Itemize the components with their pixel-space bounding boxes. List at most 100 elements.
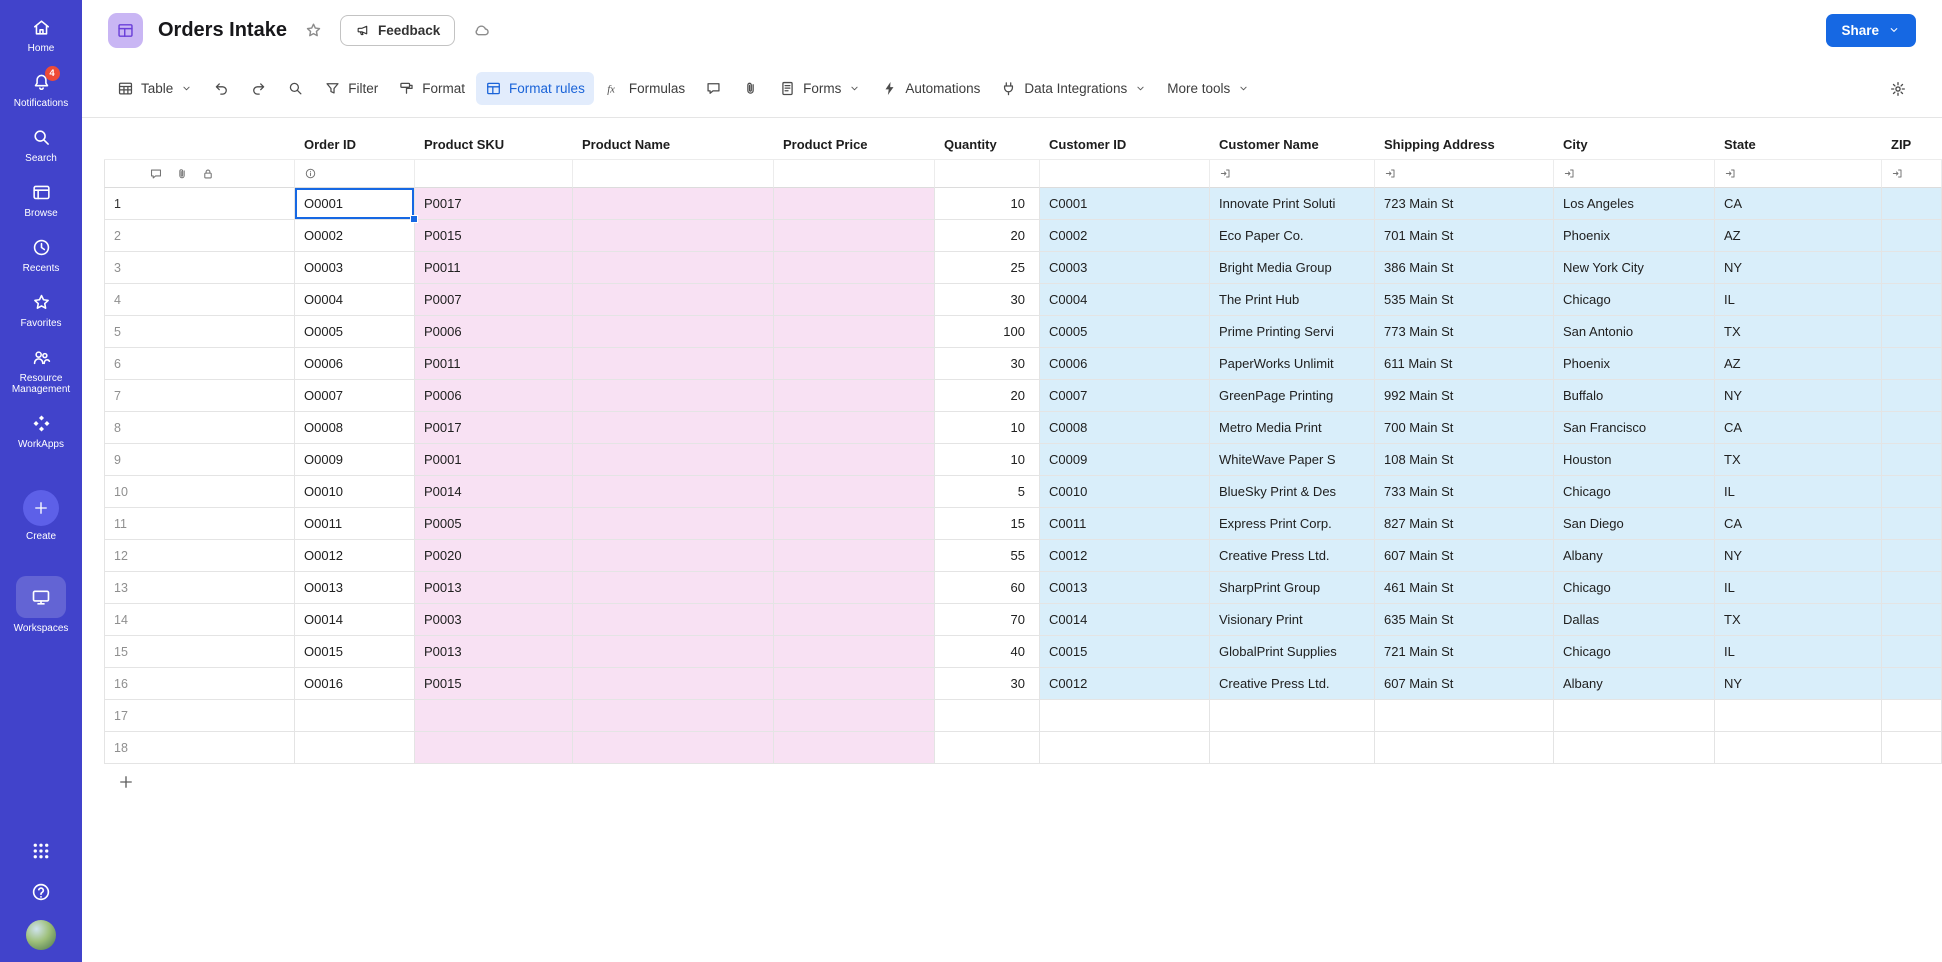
cell-city[interactable]: San Diego <box>1554 508 1715 540</box>
cell-product-name[interactable] <box>573 508 774 540</box>
cell-qty[interactable]: 55 <box>935 540 1040 572</box>
cell-address[interactable]: 773 Main St <box>1375 316 1554 348</box>
cell-sku[interactable]: P0015 <box>415 220 573 252</box>
cell-qty[interactable]: 70 <box>935 604 1040 636</box>
cell-city[interactable]: Dallas <box>1554 604 1715 636</box>
cell-zip[interactable] <box>1882 732 1942 764</box>
cell-zip[interactable] <box>1882 668 1942 700</box>
attachments-button[interactable] <box>733 72 768 105</box>
cell-qty[interactable]: 10 <box>935 188 1040 220</box>
cell-sku[interactable]: P0017 <box>415 188 573 220</box>
sidebar-item-workspaces[interactable]: Workspaces <box>1 567 81 643</box>
column-header-product-name[interactable]: Product Name <box>573 130 774 160</box>
cell-customer-id[interactable]: C0001 <box>1040 188 1210 220</box>
row-number[interactable]: 17 <box>104 700 295 732</box>
cell-order-id[interactable]: O0011 <box>295 508 415 540</box>
cell-order-id[interactable] <box>295 700 415 732</box>
cell-zip[interactable] <box>1882 444 1942 476</box>
cell-sku[interactable]: P0011 <box>415 252 573 284</box>
sidebar-item-notifications[interactable]: 4 Notifications <box>1 63 81 118</box>
cell-customer-name[interactable]: Creative Press Ltd. <box>1210 540 1375 572</box>
cell-sku[interactable]: P0005 <box>415 508 573 540</box>
cell-price[interactable] <box>774 348 935 380</box>
cell-order-id[interactable]: O0005 <box>295 316 415 348</box>
cell-sku[interactable]: P0020 <box>415 540 573 572</box>
cell-price[interactable] <box>774 412 935 444</box>
cell-product-name[interactable] <box>573 348 774 380</box>
cell-customer-id[interactable]: C0009 <box>1040 444 1210 476</box>
row-number[interactable]: 10 <box>104 476 295 508</box>
column-header-order-id[interactable]: Order ID <box>295 130 415 160</box>
cell-city[interactable]: Chicago <box>1554 636 1715 668</box>
cell-customer-id[interactable]: C0003 <box>1040 252 1210 284</box>
cell-zip[interactable] <box>1882 348 1942 380</box>
cell-city[interactable]: New York City <box>1554 252 1715 284</box>
column-header-customer-name[interactable]: Customer Name <box>1210 130 1375 160</box>
cell-customer-id[interactable]: C0002 <box>1040 220 1210 252</box>
cell-city[interactable] <box>1554 732 1715 764</box>
column-header-zip[interactable]: ZIP <box>1882 130 1942 160</box>
cell-customer-name[interactable]: Metro Media Print <box>1210 412 1375 444</box>
cell-qty[interactable]: 100 <box>935 316 1040 348</box>
cell-price[interactable] <box>774 508 935 540</box>
cell-state[interactable]: IL <box>1715 284 1882 316</box>
cell-link-icon[interactable] <box>1219 167 1232 180</box>
cell-address[interactable]: 700 Main St <box>1375 412 1554 444</box>
cell-address[interactable]: 611 Main St <box>1375 348 1554 380</box>
cell-sku[interactable]: P0013 <box>415 636 573 668</box>
format-rules-button[interactable]: Format rules <box>476 72 594 105</box>
cell-zip[interactable] <box>1882 220 1942 252</box>
cell-customer-id[interactable]: C0012 <box>1040 540 1210 572</box>
cell-city[interactable]: Buffalo <box>1554 380 1715 412</box>
cell-zip[interactable] <box>1882 380 1942 412</box>
cell-product-name[interactable] <box>573 284 774 316</box>
cell-customer-name[interactable]: SharpPrint Group <box>1210 572 1375 604</box>
cell-customer-id[interactable]: C0005 <box>1040 316 1210 348</box>
cell-order-id[interactable]: O0002 <box>295 220 415 252</box>
cell-product-name[interactable] <box>573 732 774 764</box>
sidebar-item-recents[interactable]: Recents <box>1 228 81 283</box>
data-integrations-button[interactable]: Data Integrations <box>991 72 1156 105</box>
row-number[interactable]: 12 <box>104 540 295 572</box>
cell-customer-id[interactable]: C0008 <box>1040 412 1210 444</box>
cell-qty[interactable]: 5 <box>935 476 1040 508</box>
cell-state[interactable] <box>1715 732 1882 764</box>
sidebar-item-create[interactable]: Create <box>1 481 81 551</box>
cell-zip[interactable] <box>1882 700 1942 732</box>
cell-sku[interactable] <box>415 732 573 764</box>
more-tools-button[interactable]: More tools <box>1158 73 1259 104</box>
cell-price[interactable] <box>774 668 935 700</box>
cell-qty[interactable]: 25 <box>935 252 1040 284</box>
cell-customer-id[interactable] <box>1040 700 1210 732</box>
cell-customer-name[interactable]: Bright Media Group <box>1210 252 1375 284</box>
cell-qty[interactable]: 30 <box>935 668 1040 700</box>
cell-price[interactable] <box>774 700 935 732</box>
cell-zip[interactable] <box>1882 284 1942 316</box>
cell-price[interactable] <box>774 444 935 476</box>
cell-customer-name[interactable]: The Print Hub <box>1210 284 1375 316</box>
format-button[interactable]: Format <box>389 72 474 105</box>
column-header-product-sku[interactable]: Product SKU <box>415 130 573 160</box>
cell-state[interactable]: IL <box>1715 476 1882 508</box>
cell-state[interactable]: IL <box>1715 636 1882 668</box>
row-number[interactable]: 7 <box>104 380 295 412</box>
cell-order-id[interactable]: O0004 <box>295 284 415 316</box>
cell-zip[interactable] <box>1882 572 1942 604</box>
cell-sku[interactable]: P0013 <box>415 572 573 604</box>
column-header-quantity[interactable]: Quantity <box>935 130 1040 160</box>
cell-zip[interactable] <box>1882 636 1942 668</box>
cell-state[interactable]: NY <box>1715 540 1882 572</box>
cell-order-id[interactable]: O0016 <box>295 668 415 700</box>
cell-product-name[interactable] <box>573 572 774 604</box>
cell-order-id[interactable]: O0007 <box>295 380 415 412</box>
cell-product-name[interactable] <box>573 316 774 348</box>
cell-customer-id[interactable]: C0007 <box>1040 380 1210 412</box>
cell-customer-id[interactable]: C0010 <box>1040 476 1210 508</box>
cell-state[interactable]: CA <box>1715 188 1882 220</box>
cell-zip[interactable] <box>1882 604 1942 636</box>
attachment-icon[interactable] <box>175 167 189 181</box>
cell-order-id[interactable]: O0008 <box>295 412 415 444</box>
cell-sku[interactable]: P0007 <box>415 284 573 316</box>
cell-city[interactable] <box>1554 700 1715 732</box>
cell-address[interactable]: 461 Main St <box>1375 572 1554 604</box>
